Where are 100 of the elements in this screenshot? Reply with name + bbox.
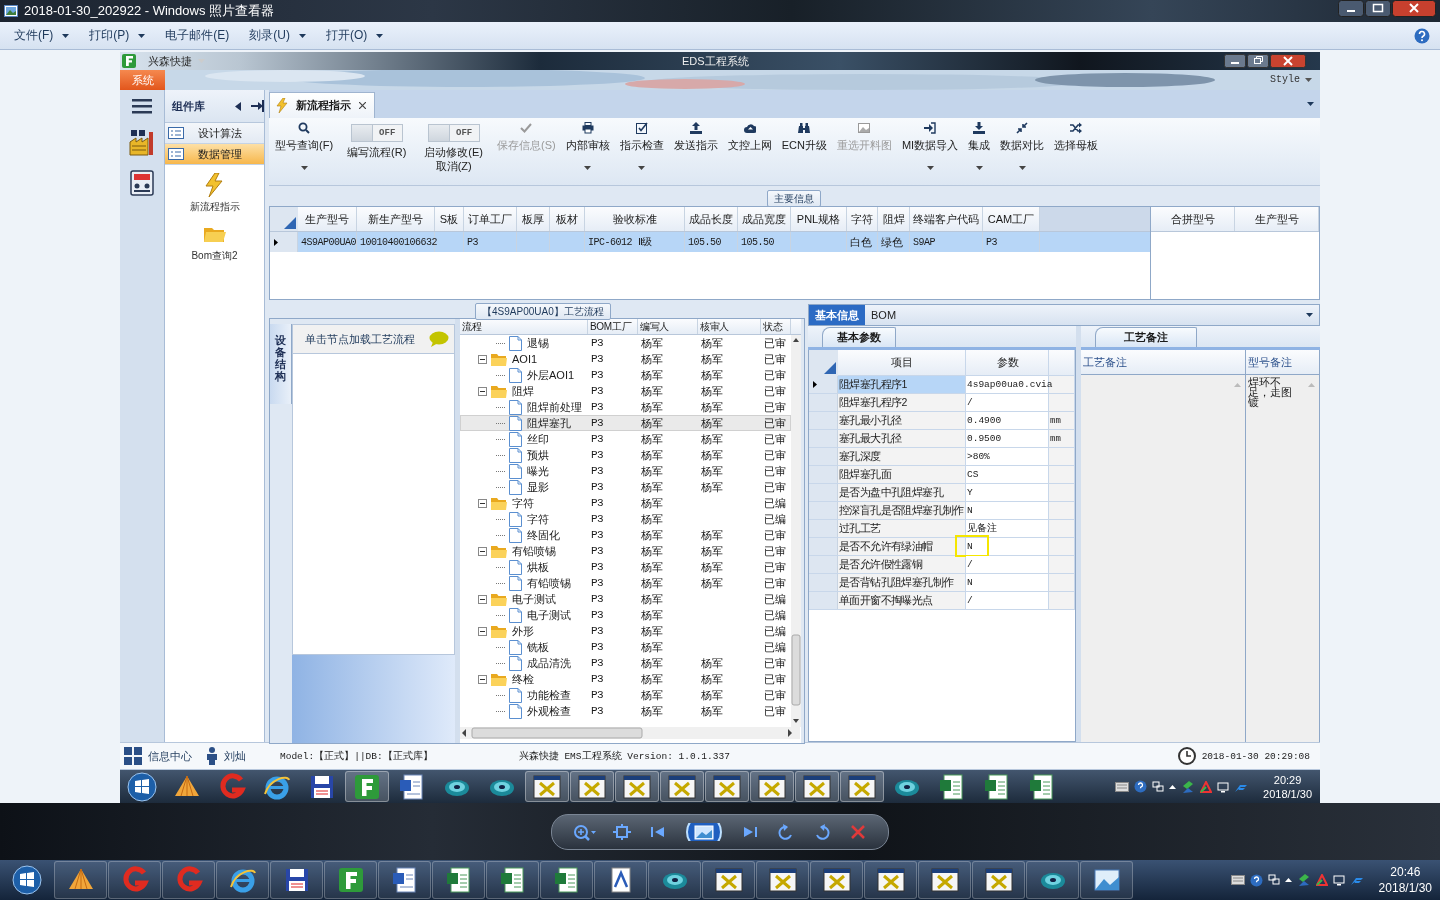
minimize-button[interactable] [1338,0,1364,17]
group-item[interactable]: 数据管理 [165,144,264,165]
column-header[interactable]: 工艺备注 [1081,350,1246,374]
ribbon-button[interactable]: 内部审核 [561,118,614,170]
tree-row[interactable]: 阻焊前处理 P3 杨军 杨军 已审 [460,399,791,415]
ribbon-button[interactable]: 指示检查 [615,118,668,170]
window-icon[interactable] [713,865,744,895]
tree-row[interactable]: 字符 P3 杨军 已编 [460,495,791,511]
caret-icon[interactable] [975,166,983,170]
column-header[interactable]: BOM工厂 [588,319,638,334]
table-row[interactable]: 是否允许假性露铜 / [809,556,1075,574]
menu-icon[interactable] [132,98,152,114]
tree-row[interactable]: 有铅喷锡 P3 杨军 杨军 已审 [460,575,791,591]
triangle-icon[interactable] [1200,780,1213,793]
table-row[interactable]: 阻焊塞孔面 CS [809,466,1075,484]
tab[interactable]: 基本参数 [822,327,896,347]
table-row[interactable]: 阻焊塞孔程序2 / [809,394,1075,412]
menu-item[interactable]: 文件(F) [4,27,80,44]
info-center-link[interactable]: 信息中心 [148,748,192,764]
show-hidden-icon[interactable] [1284,878,1292,882]
document-tab[interactable]: 新流程指示 [269,92,375,118]
help-icon[interactable] [1134,780,1148,793]
tree-row[interactable]: 烘板 P3 杨军 杨军 已审 [460,559,791,575]
caret-icon[interactable] [300,166,308,170]
tree-row[interactable]: 成品清洗 P3 杨军 杨军 已审 [460,655,791,671]
keyboard-icon[interactable] [1230,875,1245,885]
caret-icon[interactable] [1305,77,1312,82]
tool-label[interactable]: Bom查询2 [191,249,238,263]
expander-icon[interactable] [478,674,487,684]
grid-icon[interactable] [124,747,142,765]
tab[interactable]: 基本信息 [809,305,865,325]
menu-item[interactable]: 打印(P) [79,27,156,44]
caret-icon[interactable] [376,33,384,38]
tree-row[interactable]: 阻焊塞孔 P3 杨军 杨军 已审 [460,415,791,431]
caret-icon[interactable] [1307,102,1314,106]
tree-row[interactable]: 终检 P3 杨军 杨军 已审 [460,671,791,687]
start-button[interactable] [127,771,157,802]
network-icon[interactable] [1267,874,1280,886]
restore-button[interactable] [1247,54,1269,68]
ribbon-button[interactable]: ECN升级 [777,118,831,152]
ribbon-button[interactable]: 集成 [964,118,995,170]
collapse-icon[interactable] [235,101,241,111]
tree-row[interactable]: 外观检查 P3 杨军 杨军 已审 [460,703,791,719]
tree-row[interactable]: 终固化 P3 杨军 杨军 已审 [460,527,791,543]
table-row[interactable]: 是否为盘中孔阻焊塞孔 Y [809,484,1075,502]
table-row[interactable]: 阻焊塞孔程序1 4s9ap00ua0.cvia [809,376,1075,394]
select-all-corner[interactable] [270,207,298,231]
column-header[interactable]: 验收标准 [585,207,685,231]
fit-window-icon[interactable] [612,822,632,841]
window-icon[interactable] [929,865,960,895]
column-header[interactable]: 流程 [460,319,588,334]
column-header[interactable]: 阻焊 [878,207,910,231]
caret-icon[interactable] [926,166,934,170]
slideshow-button[interactable] [684,822,724,841]
window-icon[interactable] [983,865,1014,895]
column-header[interactable]: 终端客户代码 [910,207,983,231]
pin-icon[interactable] [251,100,264,112]
tree-row[interactable]: AOI1 P3 杨军 杨军 已审 [460,351,791,367]
minimize-button[interactable] [1224,54,1246,68]
clock[interactable]: 20:29 2018/1/30 [1263,772,1312,801]
column-header[interactable]: 生产型号 [1235,207,1319,231]
table-row[interactable]: 塞孔最小孔径 0.4900 mm [809,412,1075,430]
keyboard-icon[interactable] [1115,781,1130,792]
tab[interactable]: 工艺备注 [1095,327,1197,347]
menu-item[interactable]: 刻录(U) [239,27,316,44]
column-header[interactable]: 成品宽度 [738,207,791,231]
monitor-icon[interactable] [1332,874,1345,886]
column-header[interactable]: 生产型号 [298,207,357,231]
delete-icon[interactable] [848,822,868,841]
caret-icon[interactable] [62,33,70,38]
ribbon-button[interactable]: 选择母板 [1050,118,1103,152]
group-item[interactable]: 设计算法 [165,123,264,144]
tree-row[interactable]: 预烘 P3 杨军 杨军 已审 [460,447,791,463]
table-row[interactable]: 单面开窗不掏曝光点 / [809,592,1075,610]
column-header[interactable]: 成品长度 [685,207,738,231]
tree-row[interactable]: 显影 P3 杨军 杨军 已审 [460,479,791,495]
expander-icon[interactable] [478,386,487,396]
ribbon-button[interactable]: 文控上网 [723,118,776,152]
column-header[interactable]: 板材 [550,207,585,231]
tool-label[interactable]: 新流程指示 [189,200,240,214]
clock[interactable]: 20:46 2018/1/30 [1378,864,1432,896]
column-header[interactable]: S板 [435,207,464,231]
caret-icon[interactable] [584,166,592,170]
tree-row[interactable]: 外层AOI1 P3 杨军 杨军 已审 [460,367,791,383]
style-menu[interactable]: Style [1270,74,1312,85]
tree-row[interactable]: 曝光 P3 杨军 杨军 已审 [460,463,791,479]
help-icon[interactable] [1249,873,1263,887]
tree-row[interactable]: 阻焊 P3 杨军 杨军 已审 [460,383,791,399]
table-row[interactable]: 是否不允许有绿油帽 N [809,538,1075,556]
column-header[interactable]: 字符 [847,207,878,231]
vertical-scrollbar[interactable] [791,335,801,727]
column-header[interactable]: PNL规格 [791,207,847,231]
tree-row[interactable]: 功能检查 P3 杨军 杨军 已审 [460,687,791,703]
column-header[interactable]: 新生产型号 [357,207,435,231]
triangle-icon[interactable] [1315,874,1328,886]
side-tab[interactable]: 设备结构 [270,324,292,404]
window-icon[interactable] [821,865,852,895]
close-button[interactable] [1270,54,1306,68]
close-button[interactable] [1392,0,1436,17]
caret-icon[interactable] [638,166,646,170]
